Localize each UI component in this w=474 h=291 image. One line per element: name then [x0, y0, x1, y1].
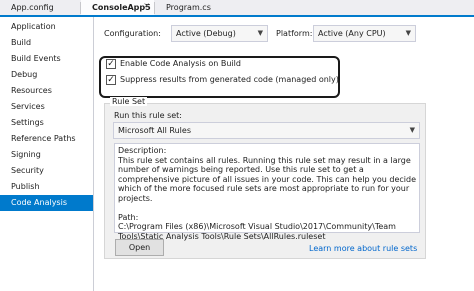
run-rule-set-label: Run this rule set:: [114, 111, 182, 120]
sidebar-item-reference-paths[interactable]: Reference Paths: [0, 131, 93, 147]
rule-set-group-title: Rule Set: [110, 97, 148, 106]
rule-set-dropdown[interactable]: Microsoft All Rules ▼: [113, 122, 420, 139]
enable-code-analysis-label: Enable Code Analysis on Build: [120, 59, 241, 68]
tab-label: ConsoleApp5: [92, 3, 151, 12]
enable-code-analysis-checkbox[interactable]: ✓: [106, 59, 116, 69]
rule-set-value: Microsoft All Rules: [118, 126, 191, 135]
chevron-down-icon: ▼: [409, 126, 415, 134]
sidebar-item-application[interactable]: Application: [0, 19, 93, 35]
sidebar-item-signing[interactable]: Signing: [0, 147, 93, 163]
checkmark-icon: ✓: [107, 59, 115, 69]
configuration-label: Configuration:: [104, 29, 161, 38]
chevron-down-icon: ▼: [405, 29, 411, 37]
close-icon[interactable]: ×: [143, 1, 150, 10]
tab-label: App.config: [11, 3, 54, 12]
document-tab-strip: App.config ConsoleApp5 × Program.cs: [0, 0, 474, 17]
checkmark-icon: ✓: [107, 75, 115, 85]
platform-value: Active (Any CPU): [318, 29, 386, 38]
sidebar-item-code-analysis[interactable]: Code Analysis: [0, 195, 93, 211]
rule-set-description-box: Description: This rule set contains all …: [114, 143, 420, 241]
tab-app-config[interactable]: App.config: [0, 0, 80, 15]
tab-label: Program.cs: [166, 3, 211, 12]
sidebar-item-build[interactable]: Build: [0, 35, 93, 51]
tab-consoleapp5[interactable]: ConsoleApp5 ×: [81, 0, 154, 15]
sidebar-item-settings[interactable]: Settings: [0, 115, 93, 131]
suppress-generated-code-label: Suppress results from generated code (ma…: [120, 75, 339, 84]
sidebar-item-security[interactable]: Security: [0, 163, 93, 179]
platform-dropdown[interactable]: Active (Any CPU) ▼: [313, 25, 416, 42]
sidebar-item-debug[interactable]: Debug: [0, 67, 93, 83]
sidebar-item-resources[interactable]: Resources: [0, 83, 93, 99]
path-heading: Path:: [118, 212, 139, 222]
chevron-down-icon: ▼: [257, 29, 263, 37]
configuration-value: Active (Debug): [176, 29, 236, 38]
configuration-dropdown[interactable]: Active (Debug) ▼: [171, 25, 268, 42]
open-button[interactable]: Open: [115, 239, 164, 256]
learn-more-link[interactable]: Learn more about rule sets: [309, 244, 417, 253]
description-text: This rule set contains all rules. Runnin…: [118, 155, 416, 203]
description-heading: Description:: [118, 146, 167, 155]
sidebar-item-publish[interactable]: Publish: [0, 179, 93, 195]
sidebar-item-services[interactable]: Services: [0, 99, 93, 115]
project-properties-sidebar: Application Build Build Events Debug Res…: [0, 17, 93, 291]
tab-program-cs[interactable]: Program.cs: [155, 0, 225, 15]
platform-label: Platform:: [276, 29, 313, 38]
sidebar-item-build-events[interactable]: Build Events: [0, 51, 93, 67]
suppress-generated-code-checkbox[interactable]: ✓: [106, 75, 116, 85]
